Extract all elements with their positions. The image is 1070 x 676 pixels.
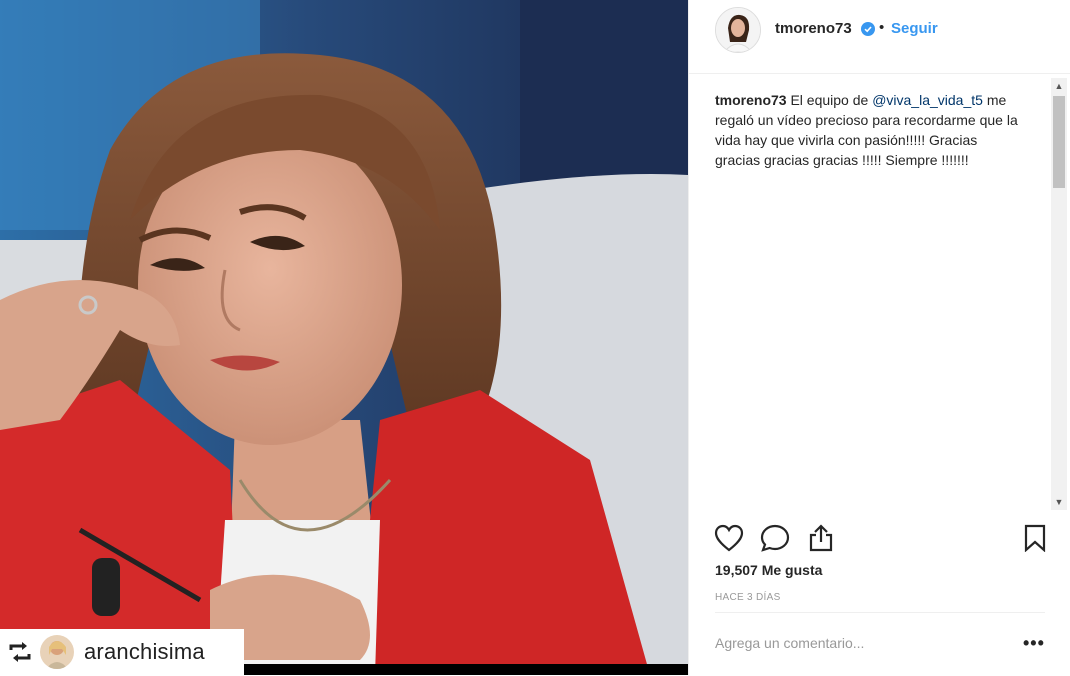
share-button[interactable] bbox=[805, 522, 837, 554]
media-bottom-bar bbox=[244, 664, 688, 675]
post-media[interactable]: aranchisima bbox=[0, 0, 688, 675]
like-button[interactable] bbox=[713, 522, 745, 554]
repost-username[interactable]: aranchisima bbox=[84, 639, 205, 665]
scroll-thumb[interactable] bbox=[1053, 96, 1065, 188]
comment-bubble-icon bbox=[760, 524, 790, 552]
caption-scroll-area[interactable]: tmoreno73 El equipo de @viva_la_vida_t5 … bbox=[689, 76, 1070, 512]
repost-icon bbox=[0, 629, 40, 675]
more-options-button[interactable]: ••• bbox=[1023, 633, 1045, 654]
bookmark-icon bbox=[1024, 524, 1046, 552]
save-button[interactable] bbox=[1019, 522, 1051, 554]
caption-text-before: El equipo de bbox=[786, 92, 873, 108]
share-icon bbox=[809, 524, 833, 552]
caption-scrollbar[interactable]: ▲ ▼ bbox=[1051, 78, 1067, 510]
post-header: tmoreno73 • Seguir bbox=[689, 0, 1070, 74]
follow-button[interactable]: Seguir bbox=[891, 20, 938, 37]
comment-button[interactable] bbox=[759, 522, 791, 554]
repost-credit[interactable]: aranchisima bbox=[0, 629, 244, 675]
post-caption: tmoreno73 El equipo de @viva_la_vida_t5 … bbox=[715, 90, 1025, 170]
comment-section: Agrega un comentario... ••• bbox=[715, 612, 1045, 676]
action-bar bbox=[689, 522, 1070, 556]
repost-avatar bbox=[40, 635, 74, 669]
verified-badge-icon bbox=[861, 22, 875, 36]
scroll-up-arrow-icon[interactable]: ▲ bbox=[1051, 78, 1067, 94]
user-avatar[interactable] bbox=[715, 7, 761, 53]
comment-input[interactable]: Agrega un comentario... bbox=[715, 635, 864, 651]
scroll-down-arrow-icon[interactable]: ▼ bbox=[1051, 494, 1067, 510]
post-panel: tmoreno73 • Seguir tmoreno73 El equipo d… bbox=[688, 0, 1070, 675]
separator-dot: • bbox=[879, 19, 885, 36]
post-timestamp[interactable]: HACE 3 DÍAS bbox=[715, 592, 781, 603]
like-count[interactable]: 19,507 Me gusta bbox=[715, 562, 822, 578]
post-username[interactable]: tmoreno73 bbox=[775, 20, 852, 37]
heart-icon bbox=[714, 524, 744, 552]
video-frame-image bbox=[0, 0, 688, 675]
caption-mention[interactable]: @viva_la_vida_t5 bbox=[872, 92, 983, 108]
caption-username[interactable]: tmoreno73 bbox=[715, 92, 787, 108]
